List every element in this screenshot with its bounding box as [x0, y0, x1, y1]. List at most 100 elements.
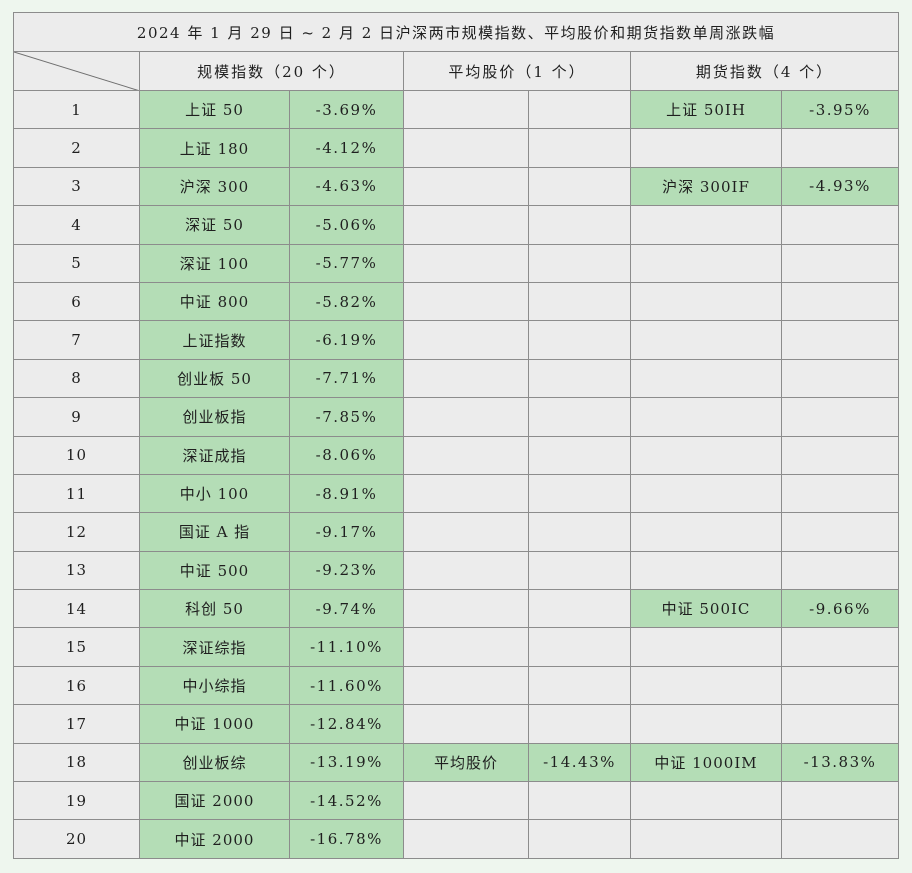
table-row: 10 深证成指 -8.06% [13, 435, 899, 475]
scale-index-change-cell: -11.10% [289, 627, 404, 667]
scale-index-name-cell: 深证 100 [139, 243, 290, 283]
table-row: 14 科创 50 -9.74% 中证 500IC -9.66% [13, 589, 899, 629]
weekly-change-table: 2024 年 1 月 29 日 ~ 2 月 2 日沪深两市规模指数、平均股价和期… [13, 12, 899, 859]
table-row: 9 创业板指 -7.85% [13, 397, 899, 437]
futures-name-cell [630, 243, 782, 283]
avg-price-change-cell [528, 358, 631, 399]
avg-price-name-cell [403, 512, 529, 552]
table-body: 1 上证 50 -3.69% 上证 50IH -3.95% 2 上证 180 -4.12% 3 沪… [13, 89, 899, 859]
scale-index-name-cell: 中小 100 [139, 473, 290, 514]
futures-name-cell [630, 665, 782, 706]
scale-index-name-cell: 中证 500 [139, 550, 290, 591]
scale-index-change-cell: -8.91% [289, 473, 404, 514]
rank-cell: 4 [13, 205, 140, 245]
avg-price-change-cell [528, 627, 631, 667]
avg-price-change-cell [528, 281, 631, 322]
header-scale-index: 规模指数（20 个） [139, 51, 404, 91]
futures-change-cell: -4.93% [781, 166, 899, 207]
rank-cell: 10 [13, 435, 140, 475]
futures-change-cell [781, 358, 899, 399]
futures-name-cell: 中证 500IC [630, 589, 782, 629]
futures-change-cell [781, 243, 899, 283]
scale-index-name-cell: 中证 2000 [139, 819, 290, 859]
futures-change-cell [781, 627, 899, 667]
scale-index-name-cell: 上证 180 [139, 128, 290, 168]
scale-index-name-cell: 深证 50 [139, 205, 290, 245]
avg-price-name-cell [403, 128, 529, 168]
avg-price-change-cell [528, 473, 631, 514]
scale-index-change-cell: -7.85% [289, 397, 404, 437]
avg-price-change-cell: -14.43% [528, 742, 631, 783]
futures-change-cell [781, 205, 899, 245]
futures-change-cell [781, 435, 899, 475]
scale-index-change-cell: -7.71% [289, 358, 404, 399]
futures-name-cell [630, 435, 782, 475]
futures-name-cell [630, 358, 782, 399]
table-row: 8 创业板 50 -7.71% [13, 358, 899, 399]
scale-index-change-cell: -9.23% [289, 550, 404, 591]
table-row: 19 国证 2000 -14.52% [13, 781, 899, 821]
rank-cell: 16 [13, 665, 140, 706]
rank-cell: 11 [13, 473, 140, 514]
avg-price-change-cell [528, 435, 631, 475]
scale-index-name-cell: 中证 800 [139, 281, 290, 322]
scale-index-name-cell: 创业板综 [139, 742, 290, 783]
rank-cell: 13 [13, 550, 140, 591]
rank-cell: 19 [13, 781, 140, 821]
table-row: 11 中小 100 -8.91% [13, 473, 899, 514]
futures-change-cell [781, 781, 899, 821]
rank-cell: 8 [13, 358, 140, 399]
futures-name-cell [630, 704, 782, 744]
futures-change-cell: -3.95% [781, 89, 899, 130]
avg-price-name-cell [403, 781, 529, 821]
futures-name-cell [630, 627, 782, 667]
avg-price-change-cell [528, 589, 631, 629]
table-title: 2024 年 1 月 29 日 ~ 2 月 2 日沪深两市规模指数、平均股价和期… [13, 12, 899, 52]
rank-cell: 5 [13, 243, 140, 283]
table-row: 13 中证 500 -9.23% [13, 550, 899, 591]
futures-change-cell [781, 512, 899, 552]
rank-cell: 12 [13, 512, 140, 552]
avg-price-change-cell [528, 819, 631, 859]
scale-index-name-cell: 上证 50 [139, 89, 290, 130]
scale-index-change-cell: -14.52% [289, 781, 404, 821]
futures-change-cell [781, 128, 899, 168]
futures-change-cell [781, 473, 899, 514]
table-row: 12 国证 A 指 -9.17% [13, 512, 899, 552]
scale-index-change-cell: -4.12% [289, 128, 404, 168]
avg-price-change-cell [528, 320, 631, 360]
avg-price-change-cell [528, 89, 631, 130]
futures-change-cell [781, 550, 899, 591]
scale-index-name-cell: 创业板 50 [139, 358, 290, 399]
futures-name-cell: 中证 1000IM [630, 742, 782, 783]
rank-cell: 3 [13, 166, 140, 207]
table-row: 2 上证 180 -4.12% [13, 128, 899, 168]
scale-index-change-cell: -6.19% [289, 320, 404, 360]
scale-index-name-cell: 深证成指 [139, 435, 290, 475]
scale-index-name-cell: 国证 A 指 [139, 512, 290, 552]
scale-index-name-cell: 中小综指 [139, 665, 290, 706]
scale-index-name-cell: 国证 2000 [139, 781, 290, 821]
diagonal-line [14, 52, 137, 90]
scale-index-change-cell: -5.06% [289, 205, 404, 245]
avg-price-name-cell [403, 281, 529, 322]
scale-index-change-cell: -16.78% [289, 819, 404, 859]
rank-cell: 1 [13, 89, 140, 130]
rank-cell: 2 [13, 128, 140, 168]
table-row: 17 中证 1000 -12.84% [13, 704, 899, 744]
avg-price-name-cell [403, 166, 529, 207]
futures-name-cell: 上证 50IH [630, 89, 782, 130]
avg-price-change-cell [528, 781, 631, 821]
scale-index-name-cell: 中证 1000 [139, 704, 290, 744]
futures-name-cell [630, 397, 782, 437]
futures-change-cell [781, 320, 899, 360]
rank-cell: 18 [13, 742, 140, 783]
avg-price-change-cell [528, 205, 631, 245]
futures-change-cell [781, 819, 899, 859]
avg-price-name-cell [403, 320, 529, 360]
table-row: 20 中证 2000 -16.78% [13, 819, 899, 859]
scale-index-change-cell: -4.63% [289, 166, 404, 207]
avg-price-name-cell [403, 819, 529, 859]
table-row: 18 创业板综 -13.19% 平均股价 -14.43% 中证 1000IM -13.83% [13, 742, 899, 783]
scale-index-name-cell: 上证指数 [139, 320, 290, 360]
